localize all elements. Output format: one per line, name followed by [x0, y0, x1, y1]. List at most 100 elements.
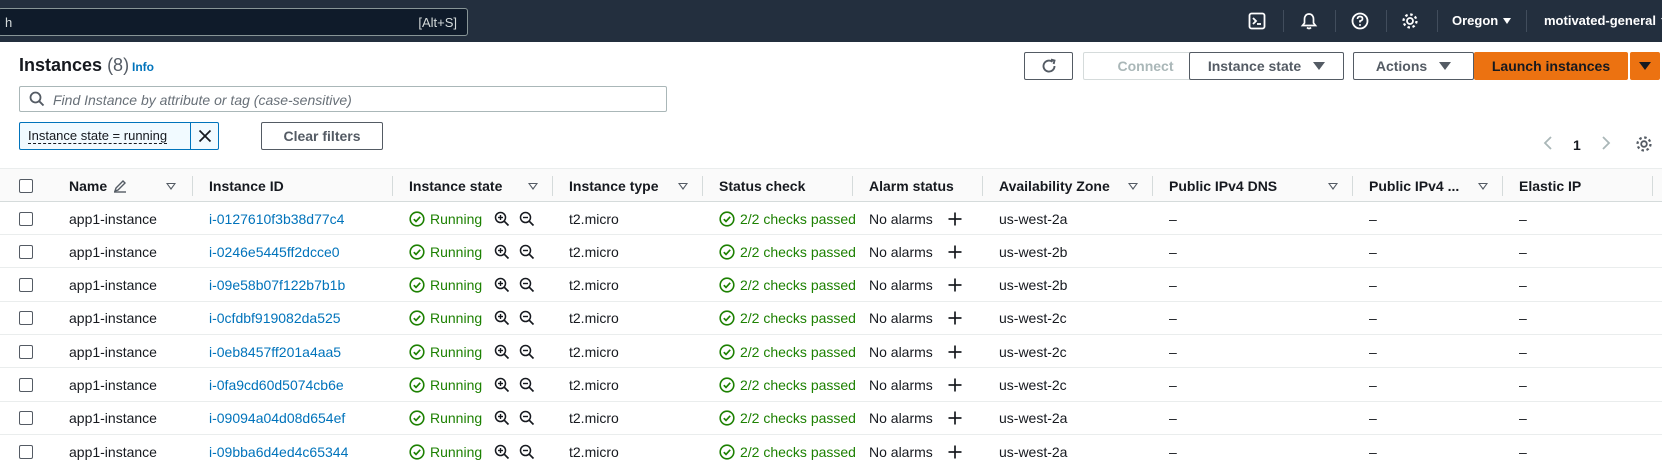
sort-icon[interactable]	[528, 183, 538, 190]
sort-icon[interactable]	[166, 183, 176, 190]
instance-id-link[interactable]: i-0eb8457ff201a4aa5	[209, 335, 341, 368]
status-check-text[interactable]: 2/2 checks passed	[740, 444, 856, 460]
row-checkbox[interactable]	[19, 335, 33, 368]
help-icon[interactable]	[1350, 11, 1370, 31]
add-alarm-icon[interactable]	[947, 211, 963, 227]
instance-id-link[interactable]: i-0246e5445ff2dcce0	[209, 235, 340, 268]
sort-icon[interactable]	[1478, 183, 1488, 190]
zoom-in-icon[interactable]	[494, 211, 510, 227]
filter-token-dismiss[interactable]	[190, 123, 219, 149]
filter-token-label[interactable]: Instance state = running	[28, 129, 168, 144]
column-header-public-ipv4-dns[interactable]: Public IPv4 DNS	[1169, 169, 1277, 203]
launch-instances-button[interactable]: Launch instances	[1474, 52, 1628, 80]
table-row[interactable]: app1-instance i-09094a04d08d654ef Running t…	[0, 402, 1662, 435]
status-check-text[interactable]: 2/2 checks passed	[740, 211, 856, 227]
gear-icon[interactable]	[1400, 11, 1420, 31]
refresh-button[interactable]	[1024, 52, 1073, 80]
sort-icon[interactable]	[678, 183, 688, 190]
zoom-out-icon[interactable]	[519, 211, 535, 227]
region-selector[interactable]: Oregon	[1452, 13, 1512, 28]
instance-state-button[interactable]: Instance state	[1189, 52, 1344, 80]
table-row[interactable]: app1-instance i-0eb8457ff201a4aa5 Running t…	[0, 335, 1662, 369]
status-check-text[interactable]: 2/2 checks passed	[740, 244, 856, 260]
column-header-name[interactable]: Name	[69, 169, 127, 203]
table-row[interactable]: app1-instance i-0246e5445ff2dcce0 Running t…	[0, 235, 1662, 269]
status-check-text[interactable]: 2/2 checks passed	[740, 277, 856, 293]
instance-id-link[interactable]: i-09094a04d08d654ef	[209, 402, 345, 435]
zoom-out-icon[interactable]	[519, 310, 535, 326]
add-alarm-icon[interactable]	[947, 377, 963, 393]
row-checkbox[interactable]	[19, 202, 33, 235]
next-page-button[interactable]	[1601, 135, 1611, 154]
add-alarm-icon[interactable]	[947, 444, 963, 460]
status-success-icon	[409, 310, 425, 326]
table-row[interactable]: app1-instance i-09bba6d4ed4c65344 Running t…	[0, 435, 1662, 465]
add-alarm-icon[interactable]	[947, 244, 963, 260]
table-row[interactable]: app1-instance i-0fa9cd60d5074cb6e Running t…	[0, 369, 1662, 402]
zoom-out-icon[interactable]	[519, 244, 535, 260]
table-row[interactable]: app1-instance i-0127610f3b38d77c4 Running t…	[0, 202, 1662, 235]
instance-search-input[interactable]: Find Instance by attribute or tag (case-…	[19, 86, 667, 112]
row-checkbox[interactable]	[19, 302, 33, 335]
table-row[interactable]: app1-instance i-0cfdbf919082da525 Running t…	[0, 302, 1662, 335]
column-header-instance-id[interactable]: Instance ID	[209, 169, 284, 203]
zoom-in-icon[interactable]	[494, 377, 510, 393]
sort-icon[interactable]	[1328, 183, 1338, 190]
row-checkbox[interactable]	[19, 235, 33, 268]
column-label: Name	[69, 178, 108, 194]
prev-page-button[interactable]	[1543, 135, 1553, 154]
status-check-text[interactable]: 2/2 checks passed	[740, 377, 856, 393]
add-alarm-icon[interactable]	[947, 344, 963, 360]
table-row[interactable]: app1-instance i-09e58b07f122b7b1b Running t…	[0, 269, 1662, 302]
row-checkbox[interactable]	[19, 269, 33, 302]
instance-id-link[interactable]: i-0127610f3b38d77c4	[209, 202, 344, 235]
zoom-out-icon[interactable]	[519, 444, 535, 460]
global-search-input[interactable]: h [Alt+S]	[0, 8, 468, 36]
column-header-instance-state[interactable]: Instance state	[409, 169, 502, 203]
clear-filters-button[interactable]: Clear filters	[261, 122, 383, 150]
zoom-in-icon[interactable]	[494, 444, 510, 460]
cloudshell-icon[interactable]	[1247, 11, 1267, 31]
add-alarm-icon[interactable]	[947, 410, 963, 426]
status-check-text[interactable]: 2/2 checks passed	[740, 310, 856, 326]
status-check-text[interactable]: 2/2 checks passed	[740, 344, 856, 360]
add-alarm-icon[interactable]	[947, 310, 963, 326]
instance-id-link[interactable]: i-09bba6d4ed4c65344	[209, 435, 348, 465]
account-menu[interactable]: motivated-general	[1544, 13, 1662, 28]
select-all-checkbox[interactable]	[19, 169, 33, 203]
column-header-elastic-ip[interactable]: Elastic IP	[1519, 169, 1581, 203]
column-header-status-check[interactable]: Status check	[719, 169, 805, 203]
column-divider	[1652, 176, 1653, 196]
actions-button[interactable]: Actions	[1353, 52, 1474, 80]
table-preferences-button[interactable]	[1635, 135, 1653, 156]
zoom-in-icon[interactable]	[494, 244, 510, 260]
availability-zone: us-west-2c	[999, 310, 1067, 327]
zoom-out-icon[interactable]	[519, 410, 535, 426]
instance-id-link[interactable]: i-09e58b07f122b7b1b	[209, 269, 345, 302]
row-checkbox[interactable]	[19, 402, 33, 435]
add-alarm-icon[interactable]	[947, 277, 963, 293]
info-link[interactable]: Info	[132, 60, 154, 74]
nav-divider	[1283, 10, 1284, 32]
status-check-text[interactable]: 2/2 checks passed	[740, 410, 856, 426]
column-header-public-ipv4[interactable]: Public IPv4 ...	[1369, 169, 1459, 203]
instance-id-link[interactable]: i-0fa9cd60d5074cb6e	[209, 369, 344, 402]
zoom-out-icon[interactable]	[519, 344, 535, 360]
zoom-in-icon[interactable]	[494, 277, 510, 293]
page-number[interactable]: 1	[1573, 137, 1581, 153]
zoom-out-icon[interactable]	[519, 377, 535, 393]
row-checkbox[interactable]	[19, 435, 33, 465]
bell-icon[interactable]	[1299, 11, 1319, 31]
zoom-in-icon[interactable]	[494, 344, 510, 360]
column-header-instance-type[interactable]: Instance type	[569, 169, 658, 203]
public-ipv4-dns: –	[1169, 410, 1177, 427]
instance-id-link[interactable]: i-0cfdbf919082da525	[209, 302, 341, 335]
column-header-availability-zone[interactable]: Availability Zone	[999, 169, 1110, 203]
column-header-alarm-status[interactable]: Alarm status	[869, 169, 954, 203]
launch-dropdown-button[interactable]	[1630, 52, 1660, 80]
sort-icon[interactable]	[1128, 183, 1138, 190]
zoom-in-icon[interactable]	[494, 310, 510, 326]
row-checkbox[interactable]	[19, 369, 33, 402]
zoom-in-icon[interactable]	[494, 410, 510, 426]
zoom-out-icon[interactable]	[519, 277, 535, 293]
